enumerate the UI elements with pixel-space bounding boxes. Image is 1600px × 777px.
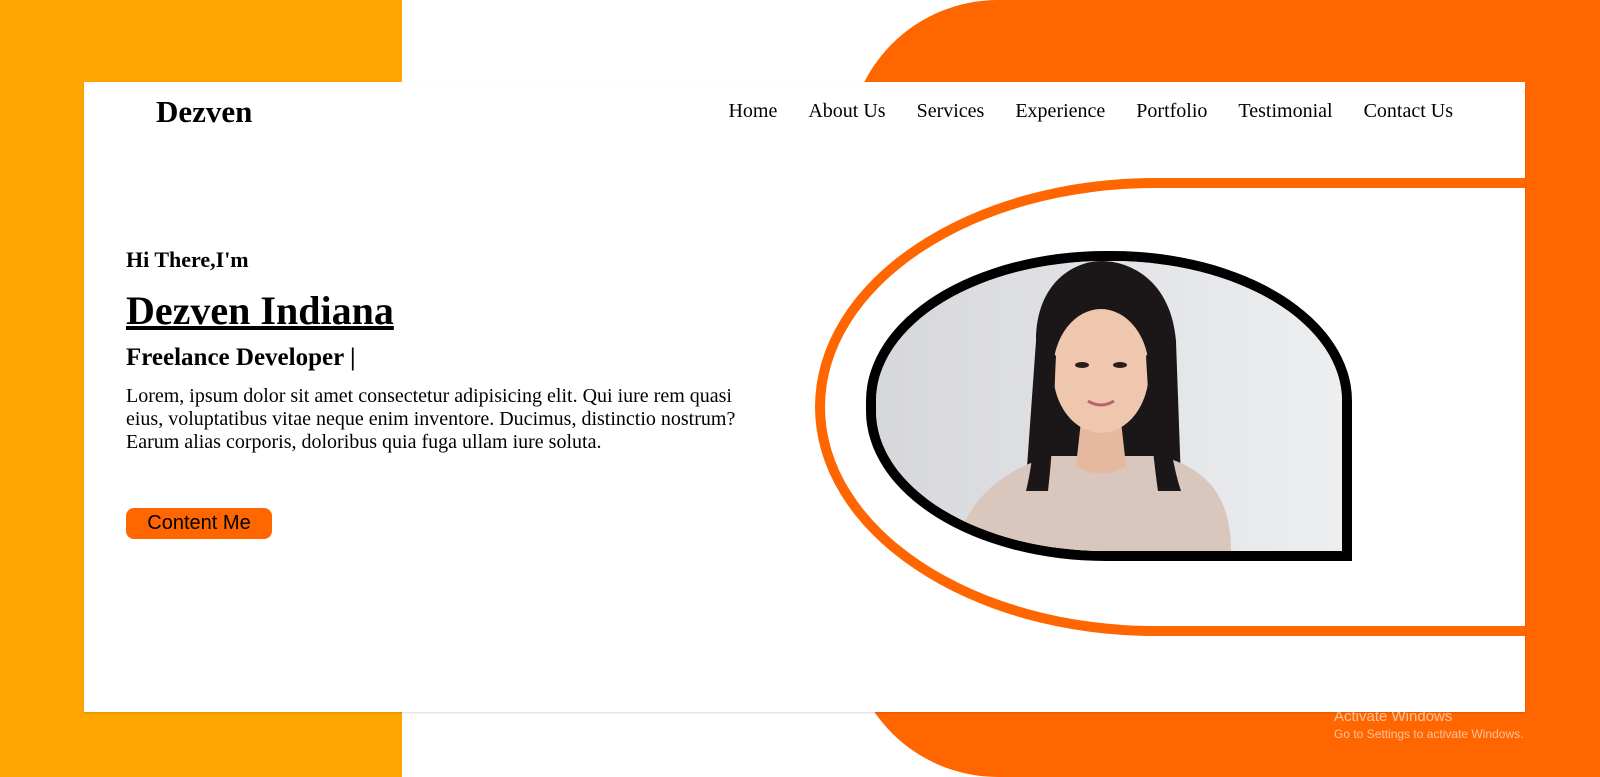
nav-item-services[interactable]: Services	[917, 100, 985, 123]
main-card: Dezven Home About Us Services Experience…	[84, 82, 1525, 712]
hero-description: Lorem, ipsum dolor sit amet consectetur …	[126, 385, 736, 453]
hero-role: Freelance Developer |	[126, 344, 356, 371]
watermark-title: Activate Windows	[1334, 708, 1453, 725]
profile-photo-frame	[866, 251, 1352, 561]
nav-item-experience[interactable]: Experience	[1015, 100, 1105, 123]
nav-item-testimonial[interactable]: Testimonial	[1238, 100, 1332, 123]
nav-item-portfolio[interactable]: Portfolio	[1136, 100, 1207, 123]
main-nav: Home About Us Services Experience Portfo…	[728, 100, 1453, 123]
site-logo[interactable]: Dezven	[156, 94, 252, 130]
page: Dezven Home About Us Services Experience…	[0, 0, 1600, 777]
portrait-photo	[876, 261, 1342, 551]
contact-me-button[interactable]: Content Me	[126, 508, 272, 539]
hero-name: Dezven Indiana	[126, 288, 394, 333]
hero-greeting: Hi There,I'm	[126, 247, 249, 272]
nav-item-about-us[interactable]: About Us	[808, 100, 885, 123]
nav-item-contact-us[interactable]: Contact Us	[1364, 100, 1453, 123]
watermark-subtitle: Go to Settings to activate Windows.	[1334, 727, 1524, 741]
activate-windows-watermark: Activate Windows Go to Settings to activ…	[1334, 708, 1523, 741]
nav-item-home[interactable]: Home	[728, 100, 777, 123]
